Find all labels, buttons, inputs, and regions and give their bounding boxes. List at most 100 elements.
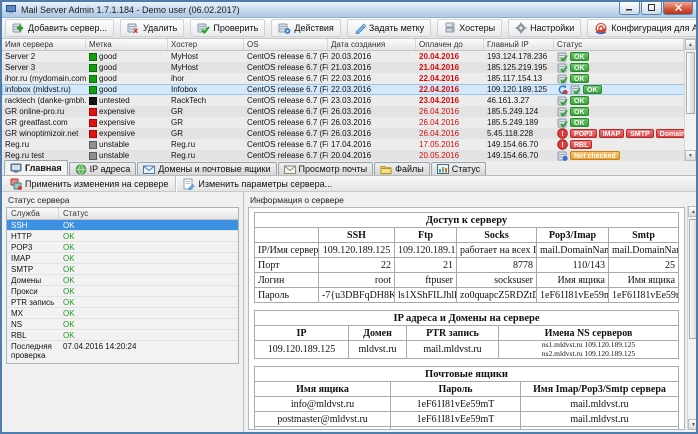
close-button[interactable] (663, 2, 693, 15)
os-cell: CentOS release 6.7 (Final) x (244, 51, 328, 62)
service-row[interactable]: MXOK (7, 308, 238, 319)
subtoolbar-button-edit-params[interactable]: Изменить параметры сервера... (178, 177, 337, 191)
service-row[interactable]: HTTPOK (7, 231, 238, 242)
table-row[interactable]: ihor.ru (mydomain.com)goodihorCentOS rel… (2, 73, 696, 84)
table-row[interactable]: Server 2goodMyHostCentOS release 6.7 (Fi… (2, 51, 696, 62)
toolbar-button-ams-config[interactable]: Конфигурация для AMS (587, 19, 698, 37)
server-table-scrollbar[interactable]: ▲▼ (684, 39, 696, 161)
mailboxes-table-cell: 1eF61I81vEe59mT (391, 397, 521, 412)
table-row[interactable]: Reg.ruunstableReg.ruCentOS release 6.7 (… (2, 139, 696, 150)
maximize-button[interactable] (641, 2, 662, 15)
mailboxes-table-header-cell: Пароль (391, 382, 521, 397)
toolbar-button-settings[interactable]: Настройки (508, 19, 581, 37)
titlebar[interactable]: Mail Server Admin 1.7.1.184 - Demo user … (2, 2, 696, 18)
access-table-row: Пароль-7{u3DBFqDH8KvI<ls1XShFILJhlknWzo0… (255, 288, 679, 303)
access-table-cell: 25 (609, 258, 679, 273)
column-header-6[interactable]: Оплачен до (416, 39, 484, 50)
table-row[interactable]: racktech (danke-gmbh.info)untestedRackTe… (2, 95, 696, 106)
column-header-8[interactable]: Статус (554, 39, 684, 50)
tab-ip-addresses[interactable]: IP адреса (69, 162, 137, 175)
status-badge: Not checked (570, 151, 620, 160)
column-header-7[interactable]: Главный IP (484, 39, 554, 50)
column-header-4[interactable]: OS (244, 39, 328, 50)
service-status: OK (59, 276, 238, 285)
scroll-down-arrow[interactable]: ▼ (688, 419, 698, 430)
table-row[interactable]: GR online-pro.ruexpensiveGRCentOS releas… (2, 106, 696, 117)
service-row[interactable]: IMAPOK (7, 253, 238, 264)
scroll-thumb[interactable] (689, 219, 698, 339)
label-text: good (99, 85, 117, 94)
label-text: unstable (99, 140, 129, 149)
os-cell: CentOS release 6.7 (Final) x (244, 117, 328, 128)
toolbar-button-actions[interactable]: Действия (271, 19, 340, 37)
last-check-row[interactable]: Последняя проверка07.04.2016 14:20:24 (7, 341, 238, 363)
services-col-status[interactable]: Статус (59, 208, 238, 219)
service-row[interactable]: PTR записьOK (7, 297, 238, 308)
table-row[interactable]: Reg.ru testunstableReg.ruCentOS release … (2, 150, 696, 161)
table-row[interactable]: Server 3goodMyHostCentOS release 6.7 (Fi… (2, 62, 696, 73)
toolbar-button-hosters[interactable]: Хостеры (437, 19, 502, 37)
toolbar-button-delete[interactable]: ×Удалить (120, 19, 184, 37)
column-header-3[interactable]: Хостер (168, 39, 244, 50)
status-badge: OK (570, 52, 589, 61)
toolbar-button-label: Настройки (530, 23, 574, 33)
access-table-cell: 21 (395, 258, 457, 273)
label-color-chip (89, 108, 97, 116)
status-badge: OK (570, 118, 589, 127)
tab-domains-mailboxes[interactable]: Домены и почтовые ящики (137, 162, 276, 175)
column-header-1[interactable]: Имя сервера (2, 39, 86, 50)
ip-domains-table-cell: 109.120.189.125 (255, 341, 349, 359)
tab-status[interactable]: Статус (431, 162, 486, 175)
tab-mail-view[interactable]: Просмотр почты (278, 162, 374, 175)
server-name-cell: ihor.ru (mydomain.com) (2, 73, 86, 84)
services-col-service[interactable]: Служба (7, 208, 59, 219)
status-cell: !POP3IMAPSMTPDomains (554, 128, 684, 139)
service-row[interactable]: SMTPOK (7, 264, 238, 275)
paid-until-value: 17.05.2016 (419, 140, 459, 149)
ip-domains-table: IP адреса и Домены на сервереIPДоменPTR … (254, 310, 679, 359)
label-text: good (99, 74, 117, 83)
status-badge: SMTP (626, 129, 653, 138)
minimize-icon (626, 4, 633, 13)
scroll-down-arrow[interactable]: ▼ (685, 150, 696, 161)
scroll-thumb[interactable] (686, 52, 695, 114)
toolbar-button-check[interactable]: Проверить (190, 19, 265, 37)
subtoolbar-button-apply-changes[interactable]: Применить изменения на сервере (5, 177, 173, 191)
status-badge: OK (570, 63, 589, 72)
label-text: expensive (99, 129, 135, 138)
minimize-button[interactable] (619, 2, 640, 15)
main-ip-cell: 149.154.66.70 (484, 150, 554, 161)
hoster-cell: MyHost (168, 62, 244, 73)
last-check-label: Последняя проверка (7, 343, 59, 361)
created-cell: 21.03.2016 (328, 62, 416, 73)
mailboxes-table-row: postmaster@mldvst.ru1eF61I81vEe59mTmail.… (255, 412, 679, 427)
service-row[interactable]: POP3OK (7, 242, 238, 253)
tab-files[interactable]: Файлы (374, 162, 430, 175)
info-panel-scrollbar[interactable]: ▲▼ (687, 206, 698, 430)
table-row[interactable]: infobox (mldvst.ru)goodInfoboxCentOS rel… (2, 84, 696, 95)
mailboxes-table-title: Почтовые ящики (255, 367, 679, 382)
ams-config-icon (594, 22, 608, 35)
tab-main[interactable]: Главная (4, 160, 68, 175)
service-row[interactable]: ДоменыOK (7, 275, 238, 286)
service-status: OK (59, 287, 238, 296)
access-table-cell: 109.120.189.125 (319, 243, 395, 258)
service-row[interactable]: NSOK (7, 319, 238, 330)
service-row[interactable]: RBLOK (7, 330, 238, 341)
scroll-up-arrow[interactable]: ▲ (688, 206, 698, 217)
table-row[interactable]: GR greatfast.comexpensiveGRCentOS releas… (2, 117, 696, 128)
scroll-up-arrow[interactable]: ▲ (685, 39, 696, 50)
svg-text:!: ! (561, 140, 564, 149)
toolbar-button-add-server[interactable]: Добавить сервер... (5, 19, 114, 37)
column-header-2[interactable]: Метка (86, 39, 168, 50)
os-cell: CentOS release 6.7 (Final) x (244, 84, 328, 95)
service-row[interactable]: ПроксиOK (7, 286, 238, 297)
toolbar-button-set-label[interactable]: Задать метку (347, 19, 431, 37)
service-row[interactable]: SSHOK (7, 220, 238, 231)
server-table-header: Имя сервераМеткаХостерOSДата созданияОпл… (2, 39, 696, 51)
table-row[interactable]: GR winoptimizoir.netexpensiveGRCentOS re… (2, 128, 696, 139)
hoster-cell: GR (168, 117, 244, 128)
svg-text:×: × (133, 26, 138, 34)
tab-label: Статус (452, 164, 480, 174)
column-header-5[interactable]: Дата создания (328, 39, 416, 50)
